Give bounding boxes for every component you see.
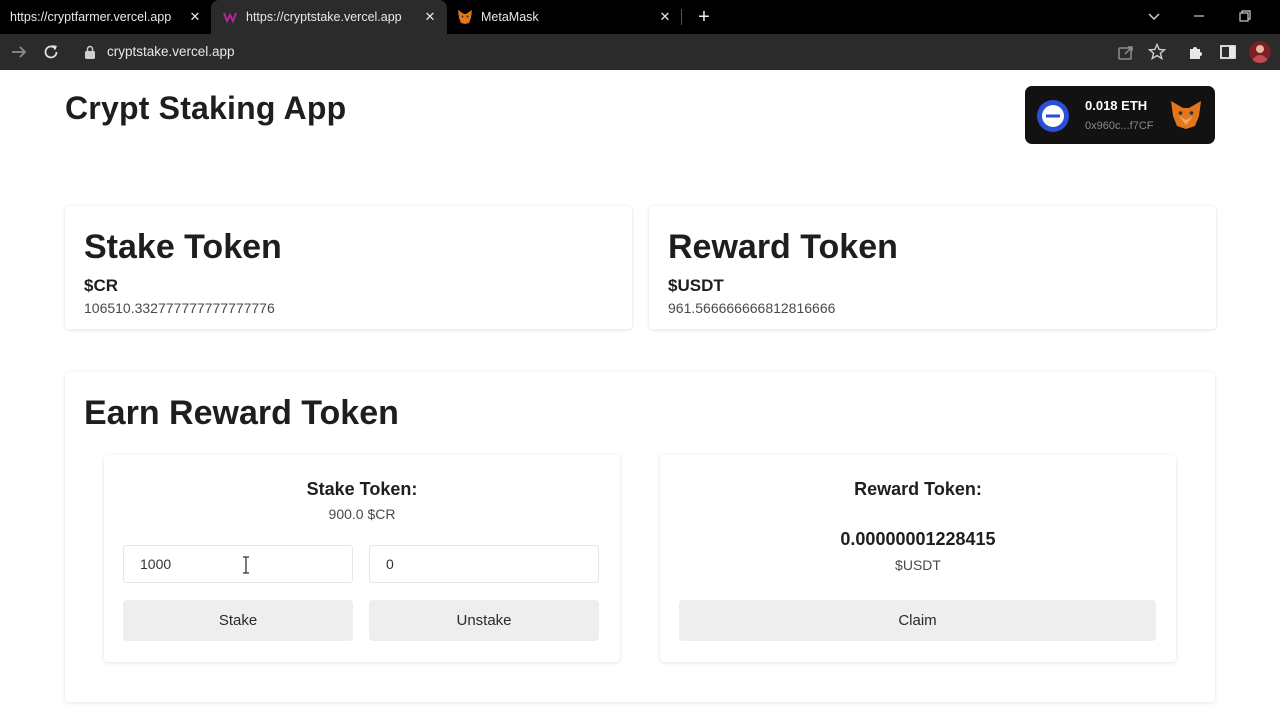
stake-token-card: Stake Token $CR 106510.33277777777777777… bbox=[65, 206, 632, 329]
staked-amount: 900.0 $CR bbox=[328, 506, 396, 522]
restore-icon[interactable] bbox=[1236, 7, 1254, 25]
text-cursor-icon bbox=[243, 556, 249, 574]
tab-separator bbox=[681, 9, 682, 25]
forward-icon[interactable] bbox=[9, 42, 29, 62]
close-icon[interactable]: ✕ bbox=[657, 9, 673, 25]
reward-token-symbol: $USDT bbox=[668, 276, 724, 295]
tab-metamask[interactable]: MetaMask ✕ bbox=[449, 0, 681, 34]
stake-button[interactable]: Stake bbox=[123, 600, 353, 641]
tab-search-icon[interactable] bbox=[1145, 7, 1163, 25]
tab-title: https://cryptstake.vercel.app bbox=[246, 10, 402, 24]
earn-reward-card: Earn Reward Token Stake Token: 900.0 $CR… bbox=[65, 372, 1215, 702]
metamask-fox-icon bbox=[1171, 101, 1201, 129]
close-icon[interactable]: ✕ bbox=[422, 9, 438, 25]
wallet-address: 0x960c...f7CF bbox=[1085, 120, 1154, 132]
stake-panel-label: Stake Token: bbox=[306, 479, 418, 499]
side-panel-icon[interactable] bbox=[1218, 42, 1238, 62]
reward-token-balance: 961.566666666812816666 bbox=[668, 300, 836, 316]
browser-tab-bar: https://cryptfarmer.vercel.app ✕ https:/… bbox=[0, 0, 1280, 34]
metamask-fox-icon bbox=[458, 10, 472, 24]
claim-button[interactable]: Claim bbox=[679, 600, 1156, 641]
reward-token-card: Reward Token $USDT 961.56666666681281666… bbox=[649, 206, 1216, 329]
wallet-connect-button[interactable]: 0.018 ETH 0x960c...f7CF bbox=[1025, 86, 1215, 144]
site-favicon-icon bbox=[223, 12, 237, 24]
ethereum-network-icon bbox=[1037, 100, 1069, 132]
wallet-balance: 0.018 ETH bbox=[1085, 98, 1148, 113]
close-icon[interactable]: ✕ bbox=[187, 9, 203, 25]
address-bar[interactable]: cryptstake.vercel.app bbox=[74, 38, 1154, 66]
stake-token-symbol: $CR bbox=[84, 276, 119, 295]
page-title: Crypt Staking App bbox=[65, 90, 347, 126]
earn-reward-heading: Earn Reward Token bbox=[84, 394, 399, 432]
profile-avatar-icon bbox=[1252, 45, 1268, 63]
reward-panel-label: Reward Token: bbox=[854, 479, 982, 499]
extensions-puzzle-icon[interactable] bbox=[1186, 42, 1206, 62]
new-tab-icon[interactable]: + bbox=[694, 7, 714, 27]
unstake-button[interactable]: Unstake bbox=[369, 600, 599, 641]
stake-token-balance: 106510.332777777777777776 bbox=[84, 300, 275, 316]
profile-avatar[interactable] bbox=[1249, 41, 1271, 63]
pending-reward-unit: $USDT bbox=[895, 557, 941, 573]
tab-cryptstake[interactable]: https://cryptstake.vercel.app ✕ bbox=[211, 0, 447, 34]
reward-token-heading: Reward Token bbox=[668, 228, 898, 266]
browser-toolbar: cryptstake.vercel.app bbox=[0, 34, 1280, 70]
pending-reward-value: 0.00000001228415 bbox=[840, 529, 996, 549]
unstake-amount-input[interactable] bbox=[369, 545, 599, 583]
share-icon[interactable] bbox=[1116, 42, 1136, 62]
tab-title: https://cryptfarmer.vercel.app bbox=[10, 10, 172, 24]
lock-icon[interactable] bbox=[84, 45, 96, 59]
tab-title: MetaMask bbox=[481, 10, 539, 24]
url-text: cryptstake.vercel.app bbox=[107, 44, 235, 59]
stake-token-heading: Stake Token bbox=[84, 228, 282, 266]
tab-cryptfarmer[interactable]: https://cryptfarmer.vercel.app ✕ bbox=[0, 0, 210, 34]
reload-icon[interactable] bbox=[41, 42, 61, 62]
stake-panel: Stake Token: 900.0 $CR Stake Unstake bbox=[104, 455, 620, 662]
minimize-icon[interactable] bbox=[1190, 7, 1208, 25]
stake-amount-input[interactable] bbox=[123, 545, 353, 583]
bookmark-star-icon[interactable] bbox=[1147, 42, 1167, 62]
reward-panel: Reward Token: 0.00000001228415 $USDT Cla… bbox=[660, 455, 1176, 662]
